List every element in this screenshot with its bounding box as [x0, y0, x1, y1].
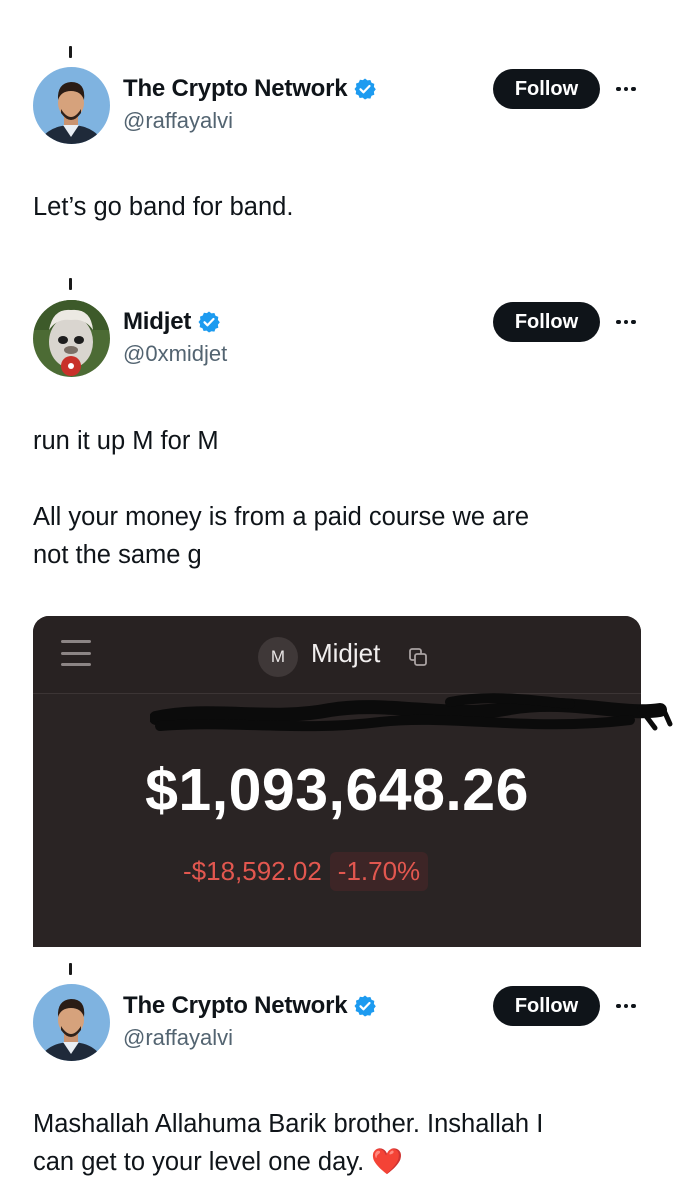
follow-button[interactable]: Follow [493, 986, 600, 1026]
author-name-row[interactable]: The Crypto Network [123, 75, 377, 103]
tweet-text: Let’s go band for band. [33, 193, 294, 221]
author-name[interactable]: The Crypto Network [123, 75, 348, 103]
wallet-balance: $1,093,648.26 [145, 757, 529, 823]
author-handle[interactable]: @raffayalvi [123, 1025, 233, 1051]
verified-badge-icon [198, 311, 220, 333]
avatar-image [33, 67, 110, 144]
author-handle[interactable]: @raffayalvi [123, 108, 233, 134]
verified-badge-icon [354, 995, 377, 1017]
hamburger-menu-icon [61, 640, 91, 666]
thread-connector [69, 46, 72, 58]
avatar[interactable] [33, 984, 110, 1061]
author-name-row[interactable]: Midjet [123, 308, 221, 336]
avatar-image [33, 984, 110, 1061]
author-name-row[interactable]: The Crypto Network [123, 992, 377, 1020]
balance-change: -$18,592.02 -1.70% [183, 852, 429, 891]
more-options-icon[interactable] [612, 996, 640, 1016]
tweet-text: Mashallah Allahuma Barik brother. Inshal… [33, 1110, 544, 1176]
change-percent: -1.70% [329, 852, 429, 891]
change-amount: -$18,592.02 [183, 856, 322, 886]
author-name[interactable]: Midjet [123, 308, 191, 336]
avatar[interactable] [33, 67, 110, 144]
redaction-scribble [150, 693, 673, 732]
more-options-icon[interactable] [612, 312, 640, 332]
avatar[interactable] [33, 300, 110, 377]
follow-button[interactable]: Follow [493, 302, 600, 342]
account-initial-badge: M [258, 637, 298, 677]
more-options-icon[interactable] [612, 79, 640, 99]
thread-connector [69, 963, 72, 975]
account-name: Midjet [311, 638, 381, 668]
follow-button[interactable]: Follow [493, 69, 600, 109]
wallet-header: M Midjet [33, 616, 641, 694]
tweet-text: run it up M for M All your money is from… [33, 427, 530, 569]
wallet-screenshot-card[interactable]: M Midjet $1,093,648.26 -$18,592.02 -1.70… [33, 616, 641, 947]
thread-connector [69, 278, 72, 290]
copy-icon [409, 648, 427, 666]
author-name[interactable]: The Crypto Network [123, 992, 348, 1020]
verified-badge-icon [354, 78, 377, 100]
author-handle[interactable]: @0xmidjet [123, 341, 227, 367]
avatar-image [33, 300, 110, 377]
